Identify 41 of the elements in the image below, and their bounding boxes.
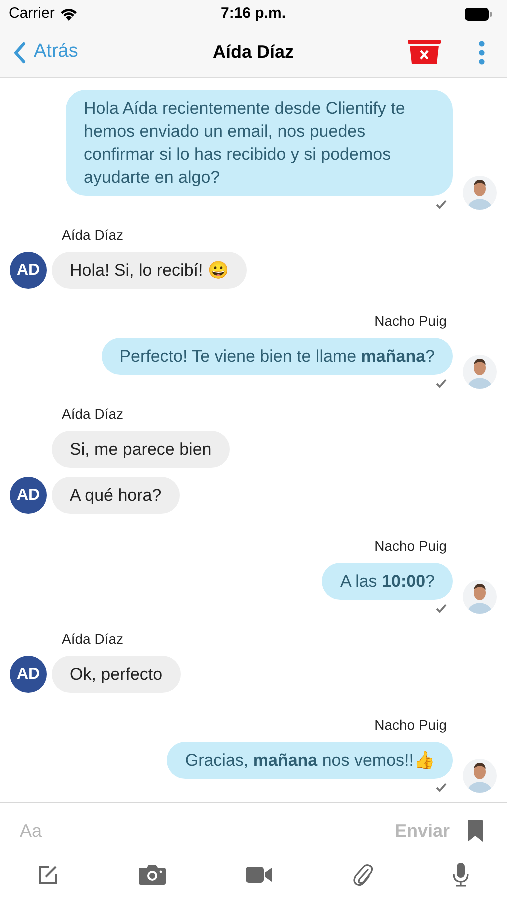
checkmark-icon: [436, 783, 447, 792]
sender-name: Aída Díaz: [62, 226, 124, 245]
delete-basket-icon[interactable]: [408, 40, 441, 65]
message-bubble: A qué hora?: [52, 477, 180, 514]
checkmark-icon: [436, 604, 447, 613]
message-input[interactable]: Aa: [20, 818, 395, 844]
back-button[interactable]: Atrás: [14, 38, 78, 67]
avatar-icon: [463, 580, 497, 614]
chat-title: Aída Díaz: [212, 41, 294, 64]
checkmark-icon: [436, 379, 447, 388]
message-bubble: Ok, perfecto: [52, 656, 181, 693]
avatar-icon: [463, 355, 497, 389]
wifi-icon: [60, 8, 78, 20]
message-bubble: Gracias, mañana nos vemos!!👍: [167, 742, 453, 779]
battery-icon: [465, 8, 492, 20]
bookmark-icon[interactable]: [468, 820, 483, 842]
avatar-icon: [463, 176, 497, 210]
sender-name: Aída Díaz: [62, 405, 124, 424]
video-camera-icon[interactable]: [246, 866, 272, 882]
message-bubble: Hola Aída recientemente desde Clientify te hemos enviado un email, nos puedes confirmar si lo has recibido y si podemos ayudarte en algo?: [66, 90, 453, 196]
message-bubble: Hola! Si, lo recibí! 😀: [52, 252, 247, 289]
microphone-icon[interactable]: [453, 862, 469, 886]
checkmark-icon: [436, 200, 447, 209]
message-bubble: Si, me parece bien: [52, 431, 230, 468]
camera-icon[interactable]: [138, 864, 166, 885]
avatar-icon: [463, 759, 497, 793]
paperclip-icon[interactable]: [352, 862, 372, 886]
sender-name: Nacho Puig: [374, 537, 447, 556]
sender-name: Nacho Puig: [374, 716, 447, 735]
sender-name: Nacho Puig: [374, 312, 447, 331]
sender-name: Aída Díaz: [62, 630, 124, 649]
more-vertical-icon[interactable]: [479, 40, 485, 64]
carrier-label: Carrier: [9, 4, 55, 24]
message-bubble: Perfecto! Te viene bien te llame mañana?: [102, 338, 453, 375]
status-time: 7:16 p.m.: [220, 4, 286, 24]
message-bubble: A las 10:00?: [322, 563, 453, 600]
avatar-initials: AD: [10, 252, 47, 289]
avatar-initials: AD: [10, 656, 47, 693]
avatar-initials: AD: [10, 477, 47, 514]
edit-icon[interactable]: [38, 864, 58, 884]
chevron-left-icon: [14, 42, 26, 64]
